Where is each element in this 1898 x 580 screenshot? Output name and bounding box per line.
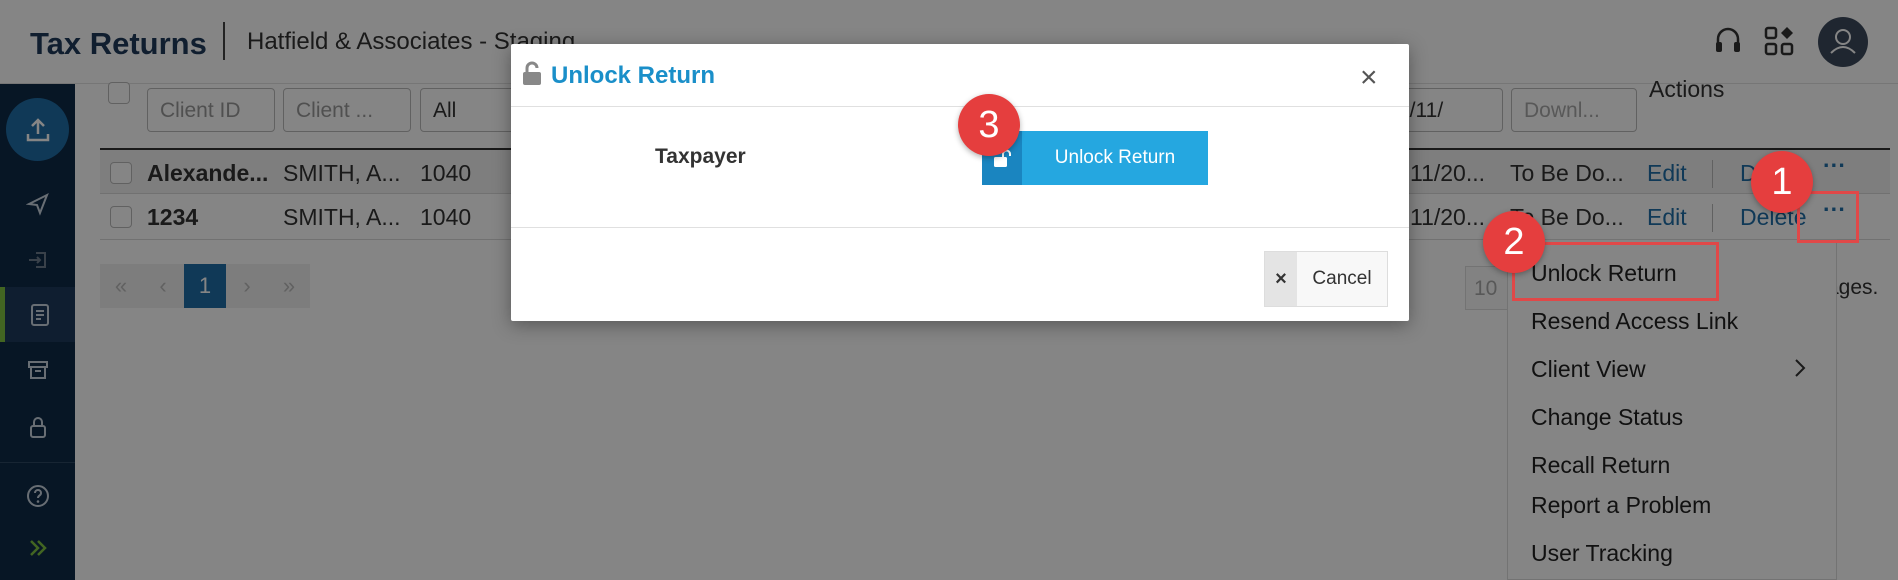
step-marker-3: 3 (958, 94, 1020, 156)
taxpayer-label: Taxpayer (655, 145, 746, 168)
unlock-icon (521, 61, 543, 92)
modal-divider (511, 227, 1409, 228)
unlock-return-modal: Unlock Return × Taxpayer Unlock Return ×… (511, 44, 1409, 321)
unlock-button-label: Unlock Return (1054, 147, 1176, 168)
cancel-button-label: Cancel (1312, 268, 1372, 289)
cancel-button[interactable]: × Cancel (1264, 251, 1388, 307)
modal-title: Unlock Return (551, 62, 716, 89)
step-marker-2: 2 (1483, 211, 1545, 273)
modal-header: Unlock Return × (511, 44, 1409, 107)
close-icon[interactable]: × (1360, 63, 1378, 93)
step-marker-1: 1 (1751, 151, 1813, 213)
cancel-x-icon: × (1265, 252, 1297, 306)
